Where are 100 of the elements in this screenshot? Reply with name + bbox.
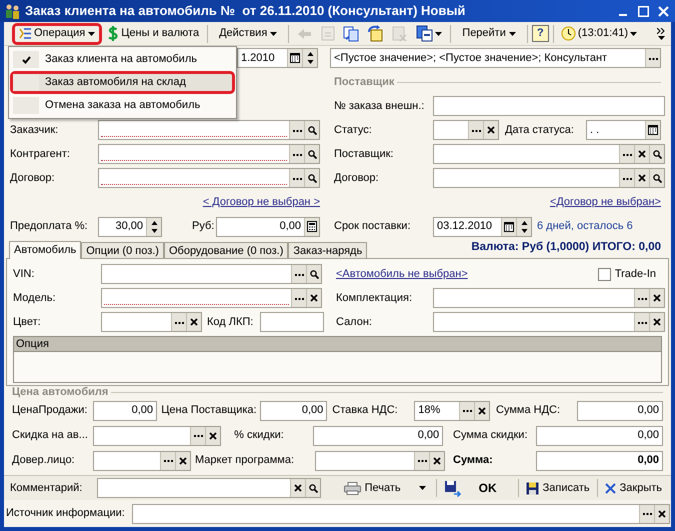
clear-button[interactable]	[483, 121, 498, 139]
search-button[interactable]	[649, 145, 664, 163]
search-button[interactable]	[304, 121, 319, 139]
select-button[interactable]	[289, 169, 304, 187]
input-field[interactable]	[101, 312, 202, 332]
tab[interactable]: Заказ-нарядь	[288, 242, 368, 258]
input-field[interactable]	[97, 478, 321, 498]
input-field[interactable]: 0,00	[313, 426, 444, 446]
search-button[interactable]	[304, 145, 319, 163]
menu-button[interactable]: Перейти	[455, 22, 523, 44]
input-field[interactable]: 0,00	[536, 426, 663, 446]
toolbar-button[interactable]: Цены и валюта	[104, 22, 204, 44]
maximize-button[interactable]	[635, 3, 651, 19]
select-button[interactable]	[171, 313, 186, 331]
checkbox[interactable]	[598, 268, 611, 280]
select-button[interactable]	[289, 145, 304, 163]
select-button[interactable]	[414, 452, 429, 470]
input-field[interactable]: 0,00	[216, 216, 320, 236]
input-field[interactable]	[433, 120, 499, 140]
clear-button[interactable]	[654, 504, 669, 523]
input-field[interactable]: 0,00	[93, 400, 157, 420]
select-button[interactable]	[634, 313, 649, 331]
clear-button[interactable]	[649, 289, 664, 307]
more-button[interactable]	[655, 28, 667, 40]
select-button[interactable]	[459, 402, 474, 420]
select-button[interactable]	[634, 289, 649, 307]
input-field[interactable]: 30,00	[98, 216, 162, 236]
input-field[interactable]	[93, 450, 191, 470]
input-field[interactable]	[433, 168, 665, 188]
menu-item[interactable]: Отмена заказа на автомобиль	[10, 94, 235, 117]
clear-button[interactable]	[306, 289, 321, 307]
spin-button[interactable]	[516, 218, 531, 236]
help-button[interactable]: ?	[532, 25, 549, 42]
input-field[interactable]	[433, 144, 665, 164]
select-button[interactable]	[645, 49, 660, 67]
input-field[interactable]: 18%	[414, 400, 490, 420]
input-field[interactable]	[433, 312, 665, 332]
select-button[interactable]	[190, 426, 205, 444]
print-button[interactable]: Печать	[340, 477, 430, 500]
save-button[interactable]: Записать	[522, 477, 593, 500]
input-field[interactable]: <Пустое значение>; <Пустое значение>; Консультант	[330, 48, 661, 68]
select-button[interactable]	[619, 145, 634, 163]
clear-button[interactable]	[205, 426, 220, 444]
input-field[interactable]	[101, 264, 322, 284]
clock-menu-button[interactable]: (13:01:41)	[558, 22, 640, 44]
select-button[interactable]	[468, 121, 483, 139]
input-field[interactable]: . .	[586, 120, 661, 140]
input-field[interactable]	[132, 504, 670, 524]
input-field[interactable]	[93, 426, 221, 446]
spin-button[interactable]	[146, 218, 161, 236]
input-field[interactable]	[260, 312, 324, 332]
clear-button[interactable]	[175, 452, 190, 470]
calendar-button[interactable]	[501, 218, 516, 236]
input-field[interactable]: 0,00	[577, 400, 663, 420]
input-field[interactable]	[101, 288, 322, 308]
select-button[interactable]	[160, 452, 175, 470]
select-button[interactable]	[291, 289, 306, 307]
calendar-button[interactable]	[645, 121, 660, 139]
link[interactable]: < Договор не выбран >	[202, 194, 320, 210]
menu-button[interactable]: Действия	[212, 22, 284, 44]
clear-button[interactable]	[634, 169, 649, 187]
clear-button[interactable]	[290, 479, 305, 498]
input-field[interactable]: 0,00	[536, 450, 663, 470]
input-field[interactable]	[315, 450, 445, 470]
search-button[interactable]	[649, 169, 664, 187]
clear-button[interactable]	[474, 402, 490, 420]
input-field[interactable]: 03.12.2010	[433, 216, 532, 236]
input-field[interactable]	[98, 144, 320, 164]
select-button[interactable]	[291, 265, 306, 283]
calculator-button[interactable]	[304, 218, 319, 236]
tab[interactable]: Опции (0 поз.)	[81, 242, 164, 258]
input-field[interactable]	[433, 288, 665, 308]
menu-item[interactable]: Заказ клиента на автомобиль	[10, 48, 235, 71]
calendar-button[interactable]	[287, 49, 302, 67]
tab[interactable]: Оборудование (0 поз.)	[164, 242, 288, 258]
select-button[interactable]	[289, 121, 304, 139]
search-button[interactable]	[304, 169, 319, 187]
input-field[interactable]	[98, 168, 320, 188]
tab[interactable]: Автомобиль	[9, 241, 82, 259]
search-button[interactable]	[305, 479, 320, 498]
clear-button[interactable]	[649, 313, 664, 331]
column-header[interactable]: Опция	[14, 337, 661, 351]
input-field[interactable]: 1.2010	[237, 48, 318, 68]
clear-button[interactable]	[186, 313, 201, 331]
input-field[interactable]	[433, 96, 665, 116]
close-button[interactable]	[655, 3, 671, 19]
menu-item[interactable]: Заказ автомобиля на склад	[10, 71, 235, 94]
search-button[interactable]	[306, 265, 321, 283]
select-button[interactable]	[639, 504, 654, 523]
select-button[interactable]	[619, 169, 634, 187]
input-field[interactable]	[98, 120, 320, 140]
close-form-button[interactable]: Закрыть	[602, 477, 665, 500]
menu-button[interactable]: Операция	[12, 22, 102, 44]
link[interactable]: <Автомобиль не выбран>	[336, 266, 468, 282]
ok-button[interactable]: OK	[440, 477, 500, 500]
clear-button[interactable]	[634, 145, 649, 163]
input-field[interactable]: 0,00	[260, 400, 328, 420]
clear-button[interactable]	[429, 452, 444, 470]
link[interactable]: <Договор не выбран>	[550, 194, 661, 210]
spin-button[interactable]	[302, 49, 317, 67]
